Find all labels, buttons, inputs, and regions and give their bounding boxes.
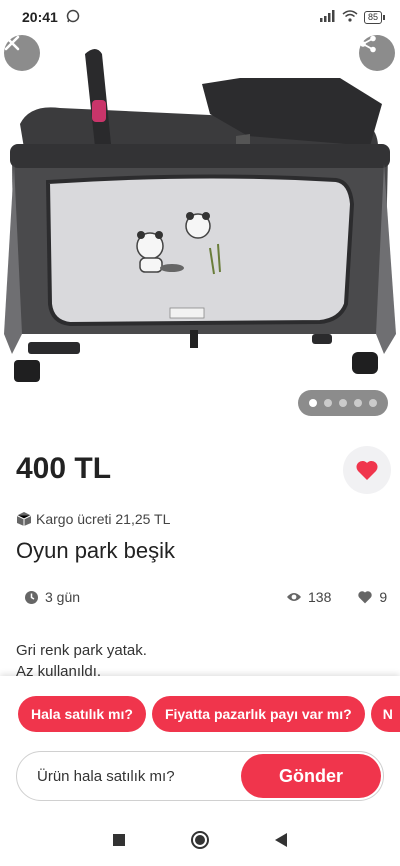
message-composer: Gönder bbox=[16, 751, 384, 801]
quick-reply-chip[interactable]: Hala satılık mı? bbox=[18, 696, 146, 732]
square-icon bbox=[113, 833, 125, 846]
quick-reply-chip[interactable]: N bbox=[370, 696, 400, 732]
message-input[interactable] bbox=[37, 767, 237, 785]
status-bar: 20:41 85 bbox=[0, 0, 400, 34]
gallery-pagination[interactable] bbox=[298, 390, 388, 416]
listing-price: 400 TL bbox=[16, 452, 112, 485]
gallery-dot[interactable] bbox=[354, 399, 362, 407]
gallery-dot[interactable] bbox=[369, 399, 377, 407]
eye-icon bbox=[287, 593, 301, 601]
cargo-fee: Kargo ücreti 21,25 TL bbox=[36, 511, 171, 527]
product-image-gallery[interactable] bbox=[0, 34, 400, 434]
send-button[interactable]: Gönder bbox=[241, 754, 381, 798]
signal-icon bbox=[319, 9, 336, 25]
cargo-info: Kargo ücreti 21,25 TL bbox=[16, 511, 170, 527]
wifi-icon bbox=[342, 9, 358, 25]
likes-count: 9 bbox=[379, 589, 388, 605]
favorite-button[interactable] bbox=[343, 446, 391, 494]
quick-reply-chip[interactable]: Fiyatta pazarlık payı var mı? bbox=[151, 696, 365, 732]
heart-icon bbox=[356, 460, 378, 480]
listing-stats: 138 9 bbox=[286, 589, 387, 605]
quick-replies: Hala satılık mı? Fiyatta pazarlık payı v… bbox=[18, 696, 400, 732]
battery-indicator: 85 bbox=[363, 10, 386, 24]
circle-icon bbox=[191, 830, 209, 849]
share-button[interactable] bbox=[359, 35, 395, 71]
description-line: Gri renk park yatak. bbox=[16, 642, 147, 659]
system-nav-bar bbox=[0, 818, 400, 866]
package-icon bbox=[16, 512, 32, 526]
triangle-back-icon bbox=[275, 832, 287, 847]
gallery-dot[interactable] bbox=[309, 399, 317, 407]
close-button[interactable] bbox=[4, 35, 40, 71]
clock-icon bbox=[25, 590, 38, 604]
message-panel: Hala satılık mı? Fiyatta pazarlık payı v… bbox=[0, 676, 400, 818]
home-button[interactable] bbox=[190, 830, 210, 855]
whatsapp-icon bbox=[66, 9, 80, 26]
views-count: 138 bbox=[308, 589, 332, 605]
product-image bbox=[4, 49, 396, 382]
listing-age: 3 gün bbox=[24, 589, 80, 605]
status-time: 20:41 bbox=[22, 9, 58, 25]
back-button[interactable] bbox=[274, 832, 288, 853]
age-text: 3 gün bbox=[45, 589, 81, 605]
gallery-dot[interactable] bbox=[339, 399, 347, 407]
recents-button[interactable] bbox=[112, 833, 126, 852]
gallery-dot[interactable] bbox=[324, 399, 332, 407]
listing-title: Oyun park beşik bbox=[16, 538, 175, 563]
heart-outline-icon bbox=[358, 591, 373, 604]
close-icon bbox=[4, 35, 20, 51]
share-icon bbox=[360, 35, 376, 53]
